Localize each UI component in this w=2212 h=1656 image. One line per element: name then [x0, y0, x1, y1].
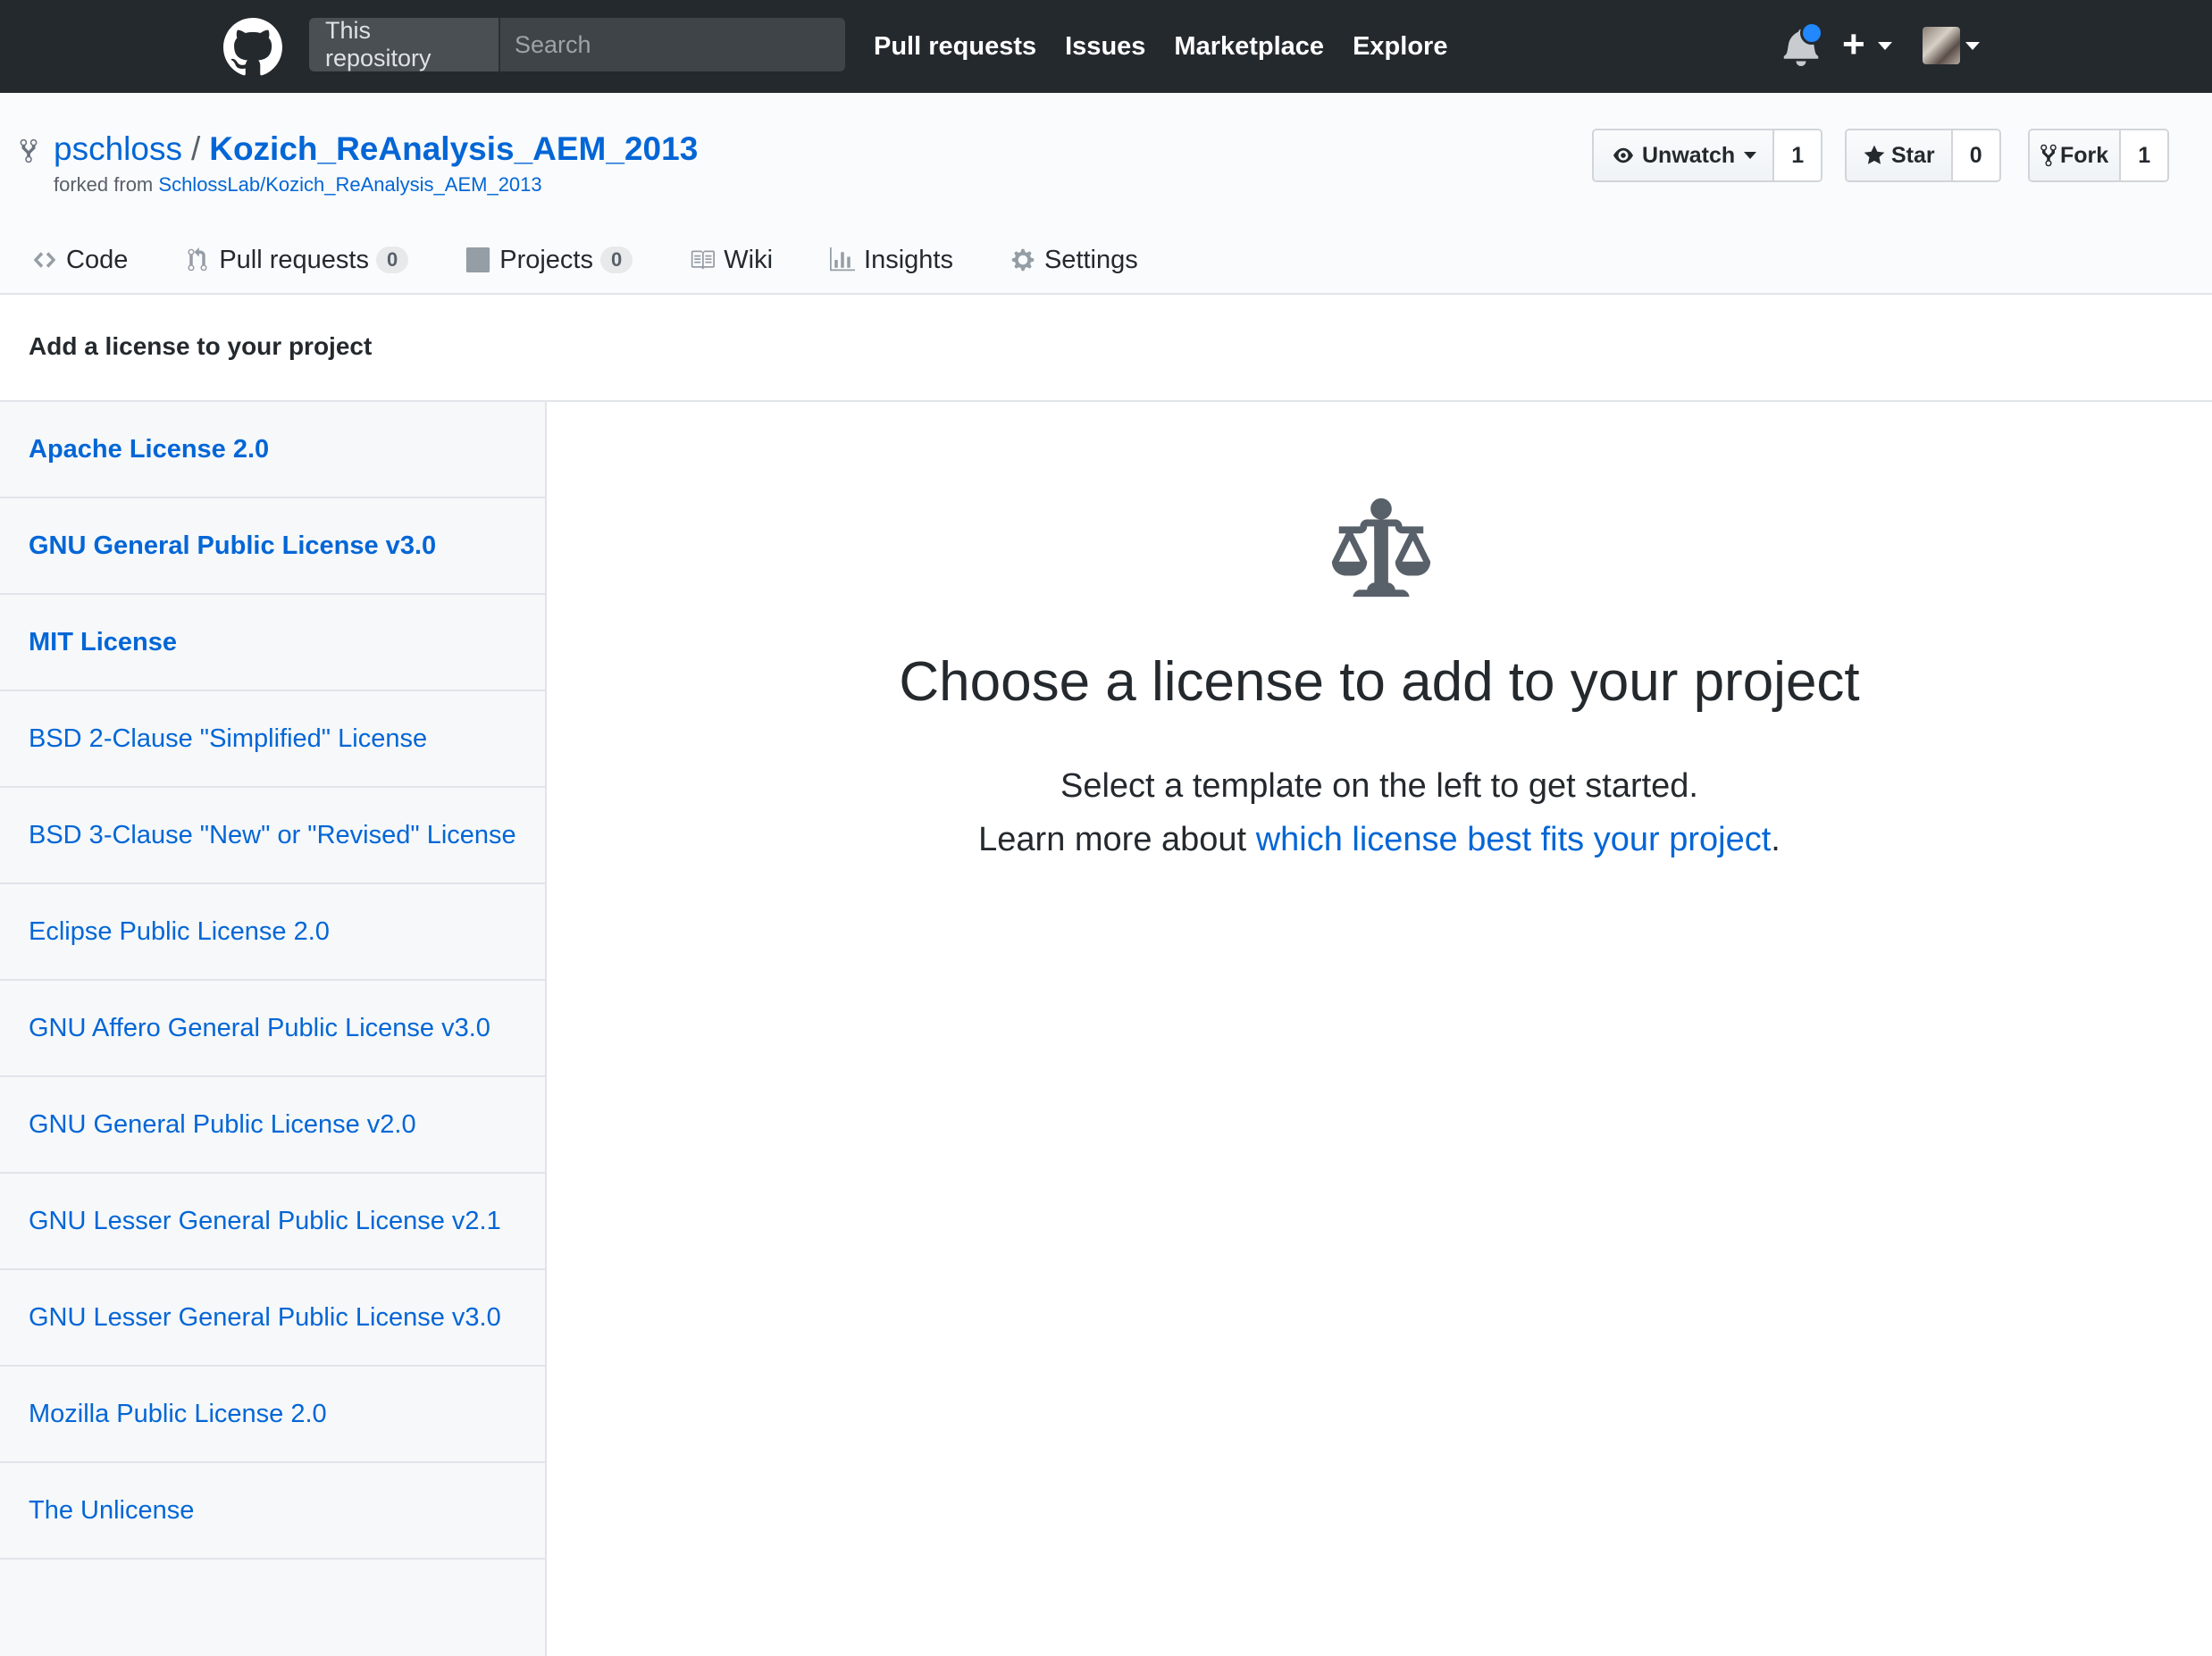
page-title: Add a license to your project — [29, 332, 373, 360]
pull-requests-counter: 0 — [375, 247, 409, 273]
tab-settings-label: Settings — [1043, 245, 1138, 274]
law-scale-icon — [1331, 498, 1431, 598]
project-icon — [466, 247, 490, 272]
book-icon — [691, 250, 716, 270]
forked-from-link[interactable]: SchlossLab/Kozich_ReAnalysis_AEM_2013 — [158, 173, 541, 196]
license-item-gpl-3[interactable]: GNU General Public License v3.0 — [0, 498, 545, 595]
license-item-epl-2[interactable]: Eclipse Public License 2.0 — [0, 884, 545, 981]
license-help-link[interactable]: which license best fits your project — [1256, 821, 1772, 858]
blankslate-learn-prefix: Learn more about — [978, 821, 1247, 858]
tab-pull-requests-label: Pull requests — [219, 245, 369, 274]
chevron-down-icon — [1744, 152, 1757, 159]
license-item-agpl-3[interactable]: GNU Affero General Public License v3.0 — [0, 981, 545, 1077]
license-item-lgpl-3[interactable]: GNU Lesser General Public License v3.0 — [0, 1270, 545, 1367]
repo-header: pschloss / Kozich_ReAnalysis_AEM_2013 fork… — [0, 93, 2212, 295]
watchers-count[interactable]: 1 — [1774, 130, 1822, 180]
tab-settings[interactable]: Settings — [1009, 246, 1138, 275]
watch-button-group: Unwatch 1 — [1592, 129, 1823, 182]
unwatch-label: Unwatch — [1642, 142, 1736, 168]
forked-from-label: forked from — [54, 173, 154, 196]
tab-insights[interactable]: Insights — [828, 246, 953, 275]
star-button-group: Star 0 — [1845, 129, 2001, 182]
blankslate-period: . — [1771, 821, 1780, 858]
pull-request-icon — [188, 247, 207, 272]
graph-icon — [830, 247, 856, 272]
nav-marketplace[interactable]: Marketplace — [1174, 32, 1324, 62]
tab-pull-requests[interactable]: Pull requests 0 — [183, 245, 409, 275]
tab-code-label: Code — [66, 245, 129, 274]
search-input[interactable] — [500, 18, 845, 71]
code-icon — [33, 252, 56, 268]
blankslate-line-2: Learn more about which license best fits… — [547, 813, 2212, 866]
license-item-apache-2[interactable]: Apache License 2.0 — [0, 402, 545, 498]
fork-label: Fork — [2060, 142, 2109, 168]
tab-code[interactable]: Code — [30, 246, 128, 275]
notification-indicator — [1800, 21, 1823, 45]
forks-count[interactable]: 1 — [2121, 130, 2168, 180]
repo-owner-link[interactable]: pschloss — [54, 130, 182, 167]
fork-icon — [2040, 144, 2057, 167]
star-icon — [1864, 145, 1885, 164]
license-blankslate: Choose a license to add to your project … — [547, 402, 2212, 1656]
gear-icon — [1011, 248, 1035, 272]
forked-from-line: forked from SchlossLab/Kozich_ReAnalysis… — [54, 173, 542, 197]
nav-pull-requests[interactable]: Pull requests — [874, 32, 1036, 62]
license-item-mit[interactable]: MIT License — [0, 595, 545, 691]
tab-projects-label: Projects — [499, 245, 593, 274]
eye-icon — [1613, 147, 1633, 163]
fork-button-group: Fork 1 — [2028, 129, 2170, 182]
nav-explore[interactable]: Explore — [1353, 32, 1447, 62]
repo-name-link[interactable]: Kozich_ReAnalysis_AEM_2013 — [209, 130, 698, 167]
repo-forked-icon — [20, 138, 38, 163]
plus-icon[interactable]: + — [1842, 25, 1865, 64]
projects-counter: 0 — [600, 247, 633, 273]
tab-insights-label: Insights — [864, 245, 953, 274]
global-header: This repository Pull requests Issues Mar… — [0, 0, 2212, 93]
blankslate-description: Select a template on the left to get sta… — [547, 759, 2212, 866]
github-logo-icon[interactable] — [223, 18, 282, 77]
repo-tabs: Code Pull requests 0 Projects 0 Wiki Ins… — [30, 227, 1194, 293]
repo-title-separator: / — [190, 130, 201, 167]
license-item-gpl-2[interactable]: GNU General Public License v2.0 — [0, 1077, 545, 1174]
nav-issues[interactable]: Issues — [1065, 32, 1145, 62]
license-item-unlicense[interactable]: The Unlicense — [0, 1463, 545, 1560]
stargazers-count[interactable]: 0 — [1952, 130, 1999, 180]
star-button[interactable]: Star — [1847, 130, 1953, 180]
search-box: This repository — [309, 18, 845, 71]
tab-projects[interactable]: Projects 0 — [464, 246, 633, 275]
plus-caret-icon — [1878, 42, 1892, 50]
tab-wiki[interactable]: Wiki — [688, 246, 773, 275]
tab-wiki-label: Wiki — [724, 245, 774, 274]
repo-title: pschloss / Kozich_ReAnalysis_AEM_2013 — [54, 130, 698, 168]
license-item-bsd-3[interactable]: BSD 3-Clause "New" or "Revised" License — [0, 788, 545, 884]
search-scope-label: This repository — [309, 18, 500, 71]
license-item-mpl-2[interactable]: Mozilla Public License 2.0 — [0, 1367, 545, 1463]
blankslate-line-1: Select a template on the left to get sta… — [1060, 767, 1698, 805]
license-item-bsd-2[interactable]: BSD 2-Clause "Simplified" License — [0, 691, 545, 788]
unwatch-button[interactable]: Unwatch — [1594, 130, 1775, 180]
avatar[interactable] — [1923, 27, 1960, 64]
blankslate-title: Choose a license to add to your project — [899, 651, 1860, 713]
license-item-lgpl-2-1[interactable]: GNU Lesser General Public License v2.1 — [0, 1174, 545, 1270]
license-list: Apache License 2.0 GNU General Public Li… — [0, 402, 547, 1656]
global-nav: Pull requests Issues Marketplace Explore — [874, 0, 1476, 93]
star-label: Star — [1891, 142, 1935, 168]
fork-button[interactable]: Fork — [2030, 130, 2122, 180]
avatar-caret-icon — [1965, 42, 1980, 50]
